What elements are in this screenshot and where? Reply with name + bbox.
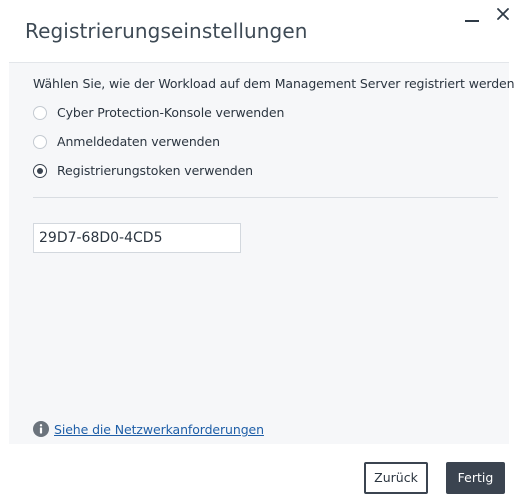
info-icon: [33, 421, 49, 437]
option-label: Cyber Protection-Konsole verwenden: [57, 105, 285, 120]
option-label: Registrierungstoken verwenden: [57, 163, 254, 178]
dialog-title: Registrierungseinstellungen: [25, 19, 308, 43]
registration-token-input[interactable]: [33, 223, 241, 253]
option-label: Anmeldedaten verwenden: [57, 134, 220, 149]
close-icon: [497, 8, 509, 20]
minimize-button[interactable]: [462, 4, 484, 26]
radio-button[interactable]: [33, 106, 47, 120]
dialog-titlebar: Registrierungseinstellungen: [0, 0, 517, 62]
close-button[interactable]: [494, 4, 516, 26]
radio-button[interactable]: [33, 135, 47, 149]
back-button[interactable]: Zurück: [364, 462, 428, 494]
settings-panel: Wählen Sie, wie der Workload auf dem Man…: [9, 62, 515, 444]
divider: [33, 197, 498, 198]
network-requirements-link[interactable]: Siehe die Netzwerkanforderungen: [54, 422, 264, 437]
minimize-icon: [465, 20, 479, 22]
radio-button-selected[interactable]: [33, 164, 47, 178]
registration-settings-dialog: Registrierungseinstellungen Wählen Sie, …: [0, 0, 517, 503]
intro-text: Wählen Sie, wie der Workload auf dem Man…: [33, 76, 515, 91]
finish-button[interactable]: Fertig: [446, 462, 505, 494]
